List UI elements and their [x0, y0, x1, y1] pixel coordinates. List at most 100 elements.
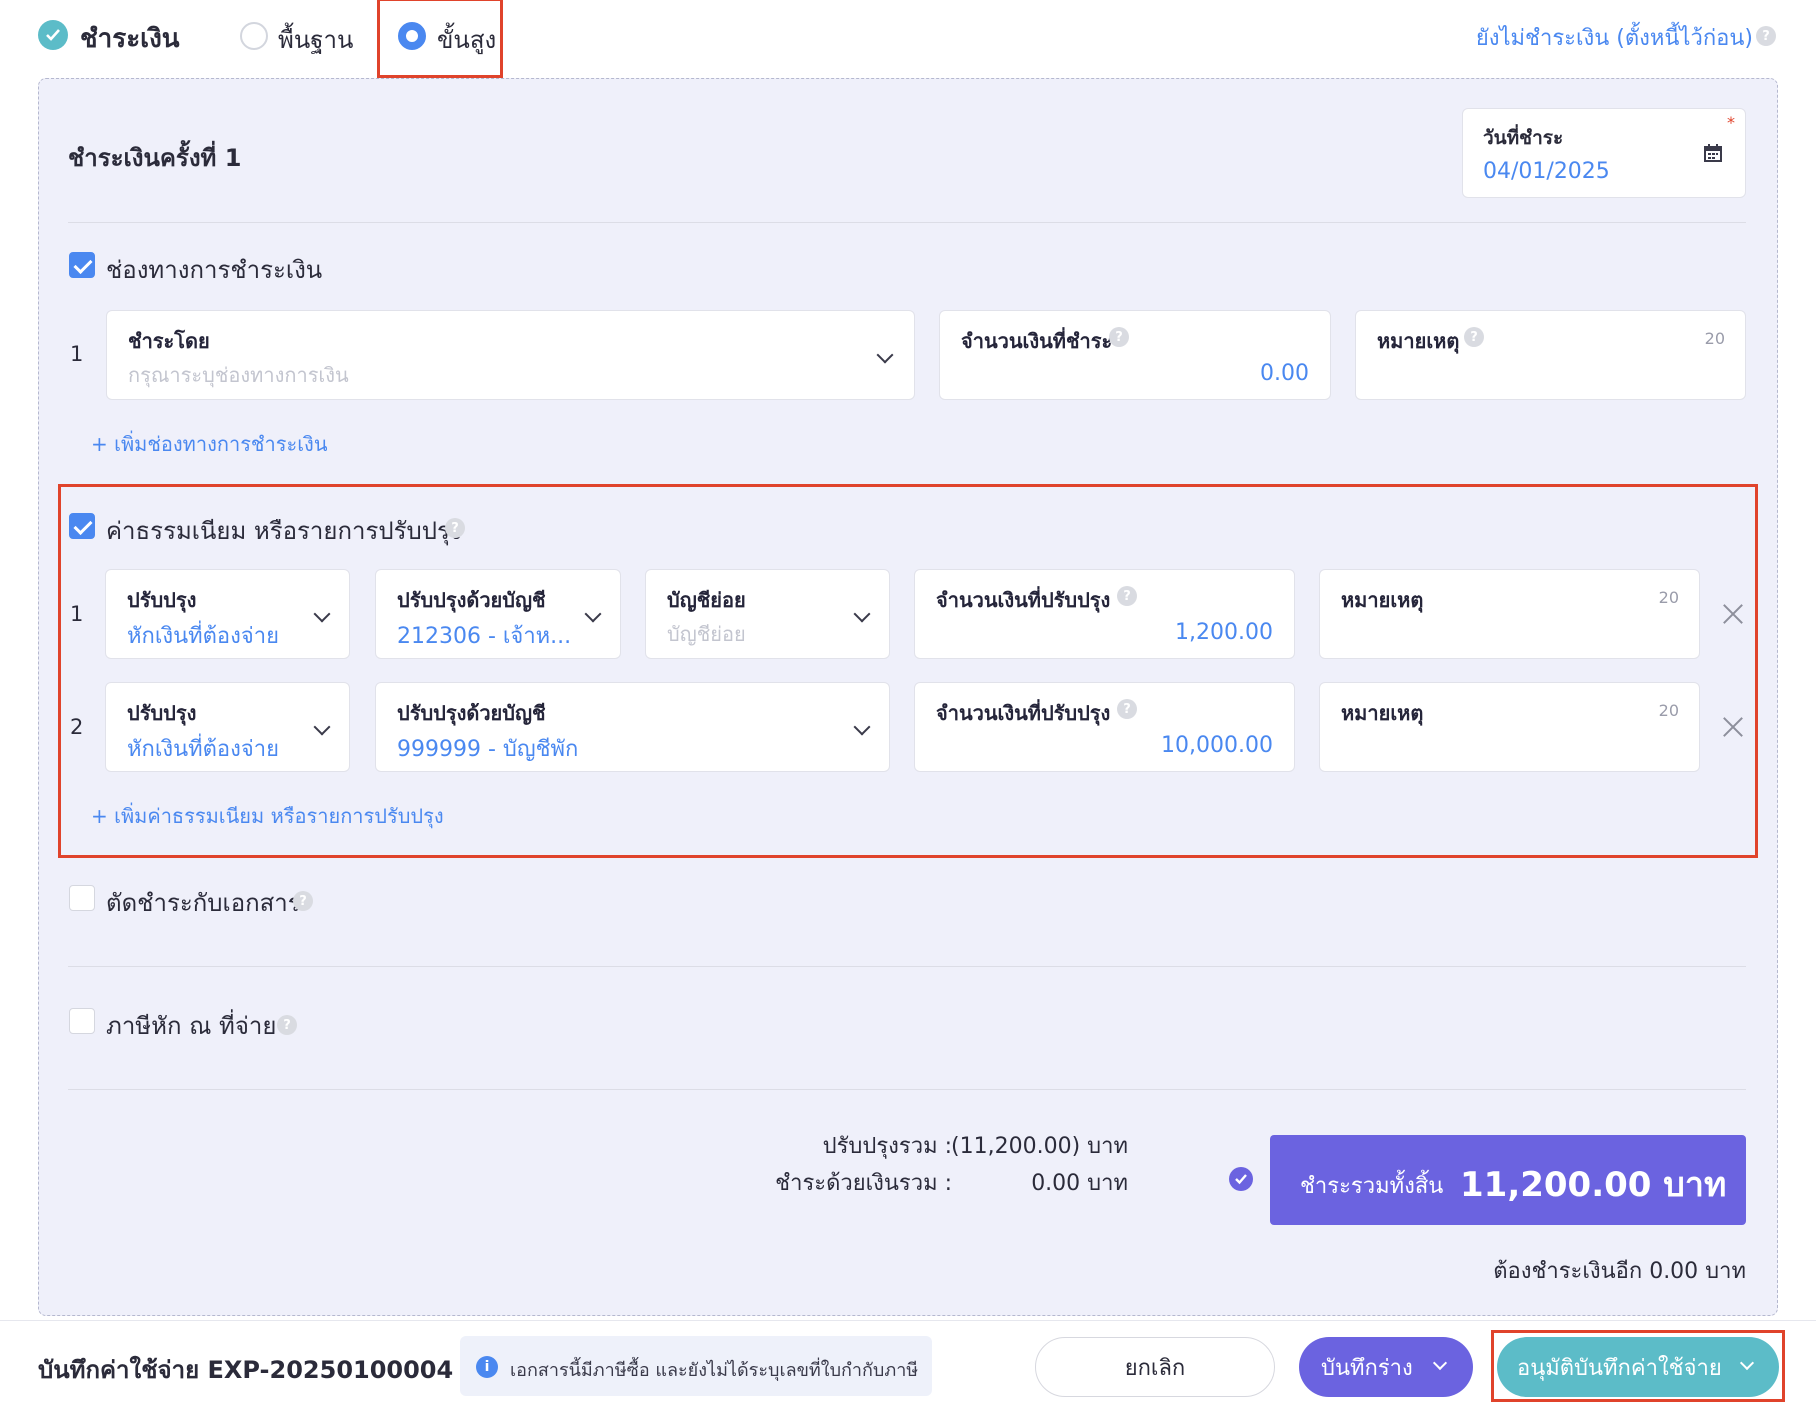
- remaining-text: ต้องชำระเงินอีก 0.00 บาท: [1493, 1259, 1746, 1284]
- cash-total-value: 0.00 บาท: [1031, 1171, 1128, 1196]
- adjust-type-label: ปรับปรุง: [127, 588, 197, 612]
- note-counter: 20: [1704, 329, 1725, 348]
- help-icon[interactable]: ?: [293, 891, 313, 911]
- pay-amount-field[interactable]: จำนวนเงินที่ชำระ ? 0.00: [939, 310, 1331, 400]
- adjustments-label: ค่าธรรมเนียม หรือรายการปรับปรุง: [106, 517, 462, 545]
- payment-heading: ชำระเงินครั้งที่ 1: [68, 144, 242, 172]
- adjust-amount-label: จำนวนเงินที่ปรับปรุง: [936, 588, 1111, 612]
- adjust-amount-value[interactable]: 10,000.00: [1161, 733, 1273, 758]
- adjust-type-select[interactable]: ปรับปรุง หักเงินที่ต้องจ่าย: [105, 569, 350, 659]
- divider: [68, 222, 1746, 223]
- adjust-total-label: ปรับปรุงรวม :: [822, 1134, 952, 1159]
- payment-date-field[interactable]: วันที่ชำระ * 04/01/2025: [1462, 108, 1746, 198]
- approve-button[interactable]: อนุมัติบันทึกค่าใช้จ่าย: [1497, 1337, 1779, 1397]
- note-counter: 20: [1658, 701, 1679, 720]
- save-draft-label: บันทึกร่าง: [1321, 1355, 1413, 1381]
- mode-basic-radio[interactable]: [240, 22, 268, 50]
- adjust-note-field[interactable]: หมายเหตุ 20: [1319, 682, 1700, 772]
- mode-advanced-radio[interactable]: [398, 22, 426, 50]
- add-channel-link[interactable]: + เพิ่มช่องทางการชำระเงิน: [91, 428, 328, 460]
- remove-row-icon[interactable]: [1722, 603, 1744, 625]
- chevron-down-icon: [1432, 1355, 1448, 1371]
- adjust-amount-label: จำนวนเงินที่ปรับปรุง: [936, 701, 1111, 725]
- chevron-down-icon: [584, 605, 602, 623]
- pay-note-label: หมายเหตุ: [1377, 329, 1460, 353]
- adjust-row-number: 1: [70, 602, 84, 626]
- chevron-down-icon: [853, 605, 871, 623]
- help-icon[interactable]: ?: [445, 518, 465, 538]
- doc-title: บันทึกค่าใช้จ่าย EXP-20250100004: [38, 1356, 454, 1384]
- grand-total-label: ชำระรวมทั้งสิ้น: [1300, 1174, 1444, 1199]
- remove-row-icon[interactable]: [1722, 716, 1744, 738]
- help-icon[interactable]: ?: [1117, 699, 1137, 719]
- adjust-note-label: หมายเหตุ: [1341, 588, 1424, 612]
- channels-label: ช่องทางการชำระเงิน: [106, 256, 323, 284]
- info-icon: i: [476, 1356, 498, 1378]
- subaccount-label: บัญชีย่อย: [667, 588, 746, 612]
- total-check-icon: [1229, 1167, 1253, 1191]
- divider: [68, 1089, 1746, 1090]
- add-adjustment-link[interactable]: + เพิ่มค่าธรรมเนียม หรือรายการปรับปรุง: [91, 800, 444, 832]
- adjust-type-value[interactable]: หักเงินที่ต้องจ่าย: [127, 618, 279, 653]
- channel-row-number: 1: [70, 342, 84, 366]
- info-text: เอกสารนี้มีภาษีซื้อ และยังไม่ได้ระบุเลขท…: [510, 1360, 919, 1381]
- pay-by-label: ชำระโดย: [128, 329, 210, 353]
- paid-check-icon: [38, 20, 68, 50]
- grand-total-value: 11,200.00 บาท: [1460, 1165, 1727, 1205]
- save-draft-button[interactable]: บันทึกร่าง: [1299, 1337, 1473, 1397]
- adjust-amount-field[interactable]: จำนวนเงินที่ปรับปรุง ? 10,000.00: [914, 682, 1295, 772]
- pay-by-placeholder: กรุณาระบุช่องทางการเงิน: [128, 363, 349, 387]
- chevron-down-icon: [876, 346, 894, 364]
- help-icon[interactable]: ?: [277, 1015, 297, 1035]
- adjust-type-value[interactable]: หักเงินที่ต้องจ่าย: [127, 731, 279, 766]
- withholding-checkbox[interactable]: [69, 1008, 95, 1034]
- adjust-type-label: ปรับปรุง: [127, 701, 197, 725]
- adjust-account-value[interactable]: 212306 - เจ้าห...: [397, 618, 571, 653]
- adjust-amount-value[interactable]: 1,200.00: [1175, 620, 1273, 645]
- grand-total-box: ชำระรวมทั้งสิ้น 11,200.00 บาท: [1270, 1135, 1746, 1225]
- divider: [68, 966, 1746, 967]
- chevron-down-icon: [853, 718, 871, 736]
- chevron-down-icon: [313, 718, 331, 736]
- adjust-account-label: ปรับปรุงด้วยบัญชี: [397, 701, 546, 725]
- help-icon[interactable]: ?: [1109, 327, 1129, 347]
- offset-label: ตัดชำระกับเอกสาร: [106, 889, 301, 917]
- chevron-down-icon: [1739, 1355, 1755, 1371]
- cash-total-label: ชำระด้วยเงินรวม :: [775, 1171, 952, 1196]
- adjust-total-value: (11,200.00) บาท: [951, 1134, 1128, 1159]
- cancel-button[interactable]: ยกเลิก: [1035, 1337, 1275, 1397]
- calendar-icon[interactable]: [1703, 143, 1723, 167]
- approve-label: อนุมัติบันทึกค่าใช้จ่าย: [1517, 1355, 1722, 1381]
- subaccount-select[interactable]: บัญชีย่อย บัญชีย่อย: [645, 569, 890, 659]
- unpaid-link[interactable]: ยังไม่ชำระเงิน (ตั้งหนี้ไว้ก่อน): [1476, 20, 1753, 55]
- section-title: ชำระเงิน: [80, 24, 180, 54]
- adjust-amount-field[interactable]: จำนวนเงินที่ปรับปรุง ? 1,200.00: [914, 569, 1295, 659]
- adjust-type-select[interactable]: ปรับปรุง หักเงินที่ต้องจ่าย: [105, 682, 350, 772]
- payment-date-value[interactable]: 04/01/2025: [1483, 159, 1610, 184]
- mode-basic-label[interactable]: พื้นฐาน: [278, 20, 353, 59]
- mode-advanced-label[interactable]: ขั้นสูง: [437, 20, 496, 59]
- adjust-account-value[interactable]: 999999 - บัญชีพัก: [397, 731, 578, 766]
- channels-checkbox[interactable]: [69, 252, 95, 278]
- pay-note-field[interactable]: หมายเหตุ ? 20: [1355, 310, 1746, 400]
- required-mark: *: [1727, 113, 1735, 132]
- adjust-account-label: ปรับปรุงด้วยบัญชี: [397, 588, 546, 612]
- pay-by-select[interactable]: ชำระโดย กรุณาระบุช่องทางการเงิน: [106, 310, 915, 400]
- subaccount-placeholder: บัญชีย่อย: [667, 622, 746, 646]
- note-counter: 20: [1658, 588, 1679, 607]
- payment-date-label: วันที่ชำระ: [1483, 127, 1564, 149]
- help-icon[interactable]: ?: [1117, 586, 1137, 606]
- adjust-row-number: 2: [70, 715, 84, 739]
- chevron-down-icon: [313, 605, 331, 623]
- adjust-account-select[interactable]: ปรับปรุงด้วยบัญชี 999999 - บัญชีพัก: [375, 682, 890, 772]
- adjust-account-select[interactable]: ปรับปรุงด้วยบัญชี 212306 - เจ้าห...: [375, 569, 621, 659]
- offset-checkbox[interactable]: [69, 885, 95, 911]
- pay-amount-label: จำนวนเงินที่ชำระ: [961, 329, 1113, 353]
- adjust-note-field[interactable]: หมายเหตุ 20: [1319, 569, 1700, 659]
- pay-amount-value[interactable]: 0.00: [1260, 361, 1309, 386]
- adjust-note-label: หมายเหตุ: [1341, 701, 1424, 725]
- withholding-label: ภาษีหัก ณ ที่จ่าย: [106, 1012, 277, 1040]
- help-icon[interactable]: ?: [1464, 327, 1484, 347]
- help-icon[interactable]: ?: [1756, 26, 1776, 46]
- adjustments-checkbox[interactable]: [69, 513, 95, 539]
